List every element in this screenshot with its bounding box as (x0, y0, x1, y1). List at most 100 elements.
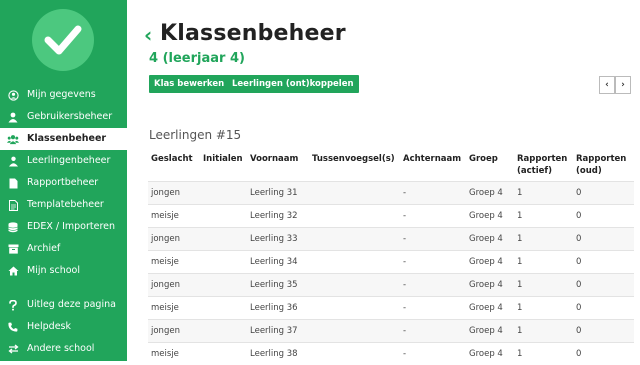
students-section-title: Leerlingen #15 (149, 128, 241, 142)
sidebar-item-helpdesk[interactable]: Helpdesk (0, 316, 127, 338)
database-icon (7, 216, 19, 238)
cell-last-name: - (400, 205, 466, 228)
cell-initials (200, 274, 247, 297)
next-chevron-icon[interactable]: › (615, 76, 631, 94)
sidebar-item-archief[interactable]: Archief (0, 238, 127, 260)
table-row[interactable]: jongenLeerling 35-Groep 410 (148, 274, 634, 297)
edit-class-button[interactable]: Klas bewerken (149, 75, 229, 93)
column-header[interactable]: Voornaam (247, 150, 309, 182)
cell-infix (309, 320, 400, 343)
sidebar-item-label: Helpdesk (27, 316, 71, 338)
cell-infix (309, 274, 400, 297)
table-row[interactable]: meisjeLeerling 32-Groep 410 (148, 205, 634, 228)
sidebar-item-label: Mijn school (27, 260, 80, 282)
cell-first-name: Leerling 33 (247, 228, 309, 251)
column-header[interactable]: Rapporten (oud) (573, 150, 634, 182)
cell-reports-old: 0 (573, 251, 634, 274)
cell-reports-active: 1 (514, 274, 573, 297)
cell-last-name: - (400, 251, 466, 274)
back-chevron-icon[interactable]: ‹ (144, 23, 152, 47)
table-row[interactable]: meisjeLeerling 38-Groep 410 (148, 343, 634, 365)
user-icon (7, 106, 19, 128)
student-icon (7, 150, 19, 172)
cell-reports-active: 1 (514, 182, 573, 205)
cell-group: Groep 4 (466, 205, 514, 228)
cell-group: Groep 4 (466, 274, 514, 297)
class-subtitle: 4 (leerjaar 4) (149, 51, 245, 67)
cell-gender: jongen (148, 274, 200, 297)
table-row[interactable]: meisjeLeerling 34-Groep 410 (148, 251, 634, 274)
cell-first-name: Leerling 35 (247, 274, 309, 297)
logo[interactable] (0, 0, 127, 82)
cell-initials (200, 320, 247, 343)
cell-reports-old: 0 (573, 343, 634, 365)
cell-initials (200, 343, 247, 365)
sidebar-item-label: Gebruikersbeheer (27, 106, 112, 128)
table-row[interactable]: jongenLeerling 37-Groep 410 (148, 320, 634, 343)
cell-infix (309, 297, 400, 320)
cell-initials (200, 182, 247, 205)
sidebar-item-label: Archief (27, 238, 60, 260)
user-circle-icon (7, 84, 19, 106)
archive-icon (7, 238, 19, 260)
question-icon (7, 294, 19, 316)
phone-icon (7, 316, 19, 338)
sidebar-item-mijn-school[interactable]: Mijn school (0, 260, 127, 282)
cell-gender: meisje (148, 297, 200, 320)
sidebar-item-label: Klassenbeheer (27, 128, 106, 150)
cell-reports-old: 0 (573, 297, 634, 320)
sidebar-item-label: EDEX / Importeren (27, 216, 115, 238)
sidebar-item-label: Uitleg deze pagina (27, 294, 116, 316)
cell-first-name: Leerling 37 (247, 320, 309, 343)
students-table-wrap: Geslacht Initialen Voornaam Tussenvoegse… (148, 150, 634, 365)
home-icon (7, 260, 19, 282)
cell-group: Groep 4 (466, 228, 514, 251)
cell-first-name: Leerling 32 (247, 205, 309, 228)
prev-chevron-icon[interactable]: ‹ (599, 76, 615, 94)
column-header[interactable]: Initialen (200, 150, 247, 182)
table-row[interactable]: jongenLeerling 31-Groep 410 (148, 182, 634, 205)
cell-reports-old: 0 (573, 320, 634, 343)
cell-initials (200, 228, 247, 251)
table-header-row: Geslacht Initialen Voornaam Tussenvoegse… (148, 150, 634, 182)
sidebar-item-mijn-gegevens[interactable]: Mijn gegevens (0, 84, 127, 106)
sidebar-item-andere-school[interactable]: Andere school (0, 338, 127, 360)
link-students-button[interactable]: Leerlingen (ont)koppelen (227, 75, 359, 93)
sidebar-item-rapportbeheer[interactable]: Rapportbeheer (0, 172, 127, 194)
column-header[interactable]: Achternaam (400, 150, 466, 182)
cell-reports-active: 1 (514, 205, 573, 228)
cell-infix (309, 251, 400, 274)
column-header[interactable]: Rapporten (actief) (514, 150, 573, 182)
students-table: Geslacht Initialen Voornaam Tussenvoegse… (148, 150, 634, 365)
sidebar-item-klassenbeheer[interactable]: Klassenbeheer (0, 128, 127, 150)
cell-infix (309, 343, 400, 365)
page-title: Klassenbeheer (160, 20, 346, 48)
sidebar-item-edex-importeren[interactable]: EDEX / Importeren (0, 216, 127, 238)
cell-group: Groep 4 (466, 320, 514, 343)
column-header[interactable]: Groep (466, 150, 514, 182)
sidebar-item-uitleg[interactable]: Uitleg deze pagina (0, 294, 127, 316)
sidebar-item-gebruikersbeheer[interactable]: Gebruikersbeheer (0, 106, 127, 128)
cell-group: Groep 4 (466, 182, 514, 205)
cell-reports-old: 0 (573, 205, 634, 228)
sidebar-item-templatebeheer[interactable]: Templatebeheer (0, 194, 127, 216)
cell-first-name: Leerling 38 (247, 343, 309, 365)
column-header[interactable]: Tussenvoegsel(s) (309, 150, 400, 182)
cell-first-name: Leerling 36 (247, 297, 309, 320)
table-row[interactable]: jongenLeerling 33-Groep 410 (148, 228, 634, 251)
sidebar-divider (0, 282, 127, 294)
cell-gender: jongen (148, 228, 200, 251)
sidebar-item-label: Rapportbeheer (27, 172, 98, 194)
cell-last-name: - (400, 274, 466, 297)
column-header[interactable]: Geslacht (148, 150, 200, 182)
cell-reports-active: 1 (514, 320, 573, 343)
cell-group: Groep 4 (466, 251, 514, 274)
sidebar-item-label: Templatebeheer (27, 194, 104, 216)
cell-initials (200, 297, 247, 320)
table-row[interactable]: meisjeLeerling 36-Groep 410 (148, 297, 634, 320)
checkmark-logo-icon (32, 9, 94, 71)
sidebar-item-leerlingenbeheer[interactable]: Leerlingenbeheer (0, 150, 127, 172)
file-text-icon (7, 194, 19, 216)
main-content: ‹ Klassenbeheer 4 (leerjaar 4) Klas bewe… (127, 0, 640, 361)
cell-last-name: - (400, 228, 466, 251)
